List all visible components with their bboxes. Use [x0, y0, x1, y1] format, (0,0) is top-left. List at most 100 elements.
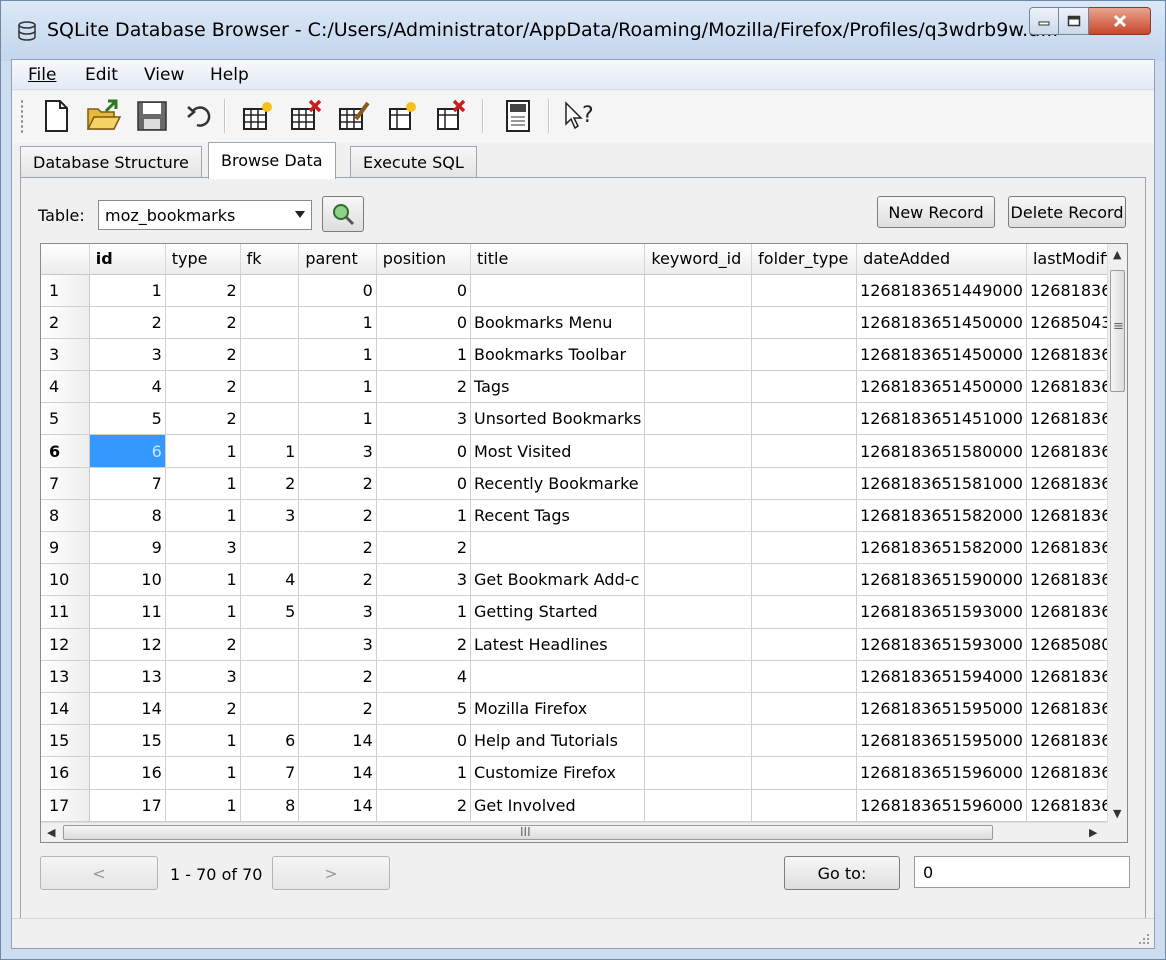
row-header[interactable]: 4 — [41, 370, 90, 404]
table-cell[interactable] — [644, 370, 753, 404]
table-cell[interactable] — [751, 402, 858, 436]
delete-index-button[interactable] — [432, 97, 468, 135]
previous-page-button[interactable]: < — [40, 856, 158, 890]
column-header[interactable]: type — [165, 244, 241, 275]
table-cell[interactable] — [751, 531, 858, 565]
row-header[interactable]: 3 — [41, 338, 90, 372]
table-cell[interactable]: Getting Started — [470, 595, 646, 629]
table-cell[interactable]: 1268183651596000 — [856, 789, 1027, 822]
open-database-button[interactable] — [86, 97, 122, 135]
table-cell[interactable]: 5 — [89, 402, 166, 436]
table-cell[interactable] — [751, 338, 858, 372]
tab-database-structure[interactable]: Database Structure — [20, 146, 202, 178]
table-cell[interactable]: 1268183651595000 — [856, 724, 1027, 758]
table-cell[interactable]: 1268183651595000 — [856, 692, 1027, 726]
table-row[interactable]: 4 4 2 1 2 Tags 1268183651450000 12681836! — [41, 370, 1127, 404]
table-cell[interactable]: 7 — [240, 756, 300, 790]
table-cell[interactable]: 1268183651593000 — [856, 595, 1027, 629]
table-cell[interactable]: 1 — [240, 434, 300, 468]
table-cell[interactable]: 2 — [165, 692, 241, 726]
tab-execute-sql[interactable]: Execute SQL — [350, 146, 477, 178]
table-cell[interactable] — [644, 724, 753, 758]
column-header[interactable]: position — [376, 244, 472, 275]
scroll-right-icon[interactable]: ▶ — [1089, 826, 1097, 839]
scroll-down-icon[interactable]: ▼ — [1113, 807, 1121, 820]
table-cell[interactable] — [644, 660, 753, 693]
table-cell[interactable] — [644, 467, 753, 500]
row-header[interactable]: 6 — [41, 434, 90, 468]
table-cell[interactable]: 1268183651593000 — [856, 628, 1027, 661]
table-cell[interactable] — [751, 306, 858, 339]
table-cell[interactable]: 16 — [89, 756, 166, 790]
table-cell[interactable]: 1268183651581000 — [856, 467, 1027, 500]
table-cell[interactable]: 2 — [298, 467, 377, 500]
table-cell[interactable]: 0 — [376, 274, 472, 307]
search-table-button[interactable] — [322, 196, 364, 232]
table-row[interactable]: 7 7 1 2 2 0 Recently Bookmarke 1268183651581000… — [41, 467, 1127, 500]
table-row[interactable]: 8 8 1 3 2 1 Recent Tags 1268183651582000 1268183… — [41, 499, 1127, 533]
column-header[interactable]: title — [470, 244, 646, 275]
table-cell[interactable] — [470, 274, 646, 307]
table-cell[interactable]: Customize Firefox — [470, 756, 646, 790]
table-cell[interactable] — [470, 531, 646, 565]
table-cell[interactable]: 6 — [240, 724, 300, 758]
table-cell[interactable]: 1 — [165, 434, 241, 468]
row-header[interactable]: 16 — [41, 756, 90, 790]
table-cell[interactable] — [240, 402, 300, 436]
table-cell[interactable]: 1 — [89, 274, 166, 307]
row-header[interactable]: 2 — [41, 306, 90, 339]
table-cell[interactable]: 8 — [89, 499, 166, 533]
table-cell[interactable]: 1268183651450000 — [856, 306, 1027, 339]
table-cell[interactable]: 4 — [376, 660, 472, 693]
table-cell[interactable] — [644, 789, 753, 822]
table-cell[interactable] — [751, 370, 858, 404]
table-cell[interactable]: 14 — [298, 789, 377, 822]
table-cell[interactable]: 1 — [165, 499, 241, 533]
table-cell[interactable]: 2 — [165, 402, 241, 436]
goto-input[interactable]: 0 — [914, 856, 1130, 888]
table-cell[interactable] — [751, 563, 858, 597]
table-cell[interactable] — [644, 628, 753, 661]
table-cell[interactable]: 1 — [376, 756, 472, 790]
table-cell[interactable]: 2 — [165, 338, 241, 372]
row-header[interactable]: 12 — [41, 628, 90, 661]
table-cell[interactable]: 1 — [165, 563, 241, 597]
table-cell[interactable]: Get Involved — [470, 789, 646, 822]
table-cell[interactable] — [751, 274, 858, 307]
corner-header[interactable] — [41, 244, 90, 275]
table-cell[interactable] — [751, 499, 858, 533]
scroll-left-icon[interactable]: ◀ — [47, 826, 55, 839]
column-header[interactable]: dateAdded — [856, 244, 1027, 275]
table-cell[interactable] — [751, 628, 858, 661]
column-header[interactable]: keyword_id — [644, 244, 753, 275]
table-cell[interactable]: 10 — [89, 563, 166, 597]
table-cell[interactable]: 14 — [89, 692, 166, 726]
table-row[interactable]: 12 12 2 3 2 Latest Headlines 1268183651593000 1… — [41, 628, 1127, 661]
row-header[interactable]: 13 — [41, 660, 90, 693]
table-cell[interactable]: 3 — [298, 628, 377, 661]
column-header[interactable]: id — [89, 244, 166, 275]
new-record-button[interactable]: New Record — [877, 196, 995, 228]
resize-grip-icon[interactable] — [1136, 931, 1150, 945]
table-cell[interactable]: 3 — [240, 499, 300, 533]
table-cell[interactable]: 11 — [89, 595, 166, 629]
row-header[interactable]: 15 — [41, 724, 90, 758]
delete-record-button[interactable]: Delete Record — [1008, 196, 1126, 228]
table-cell[interactable]: Recently Bookmarke — [470, 467, 646, 500]
table-cell[interactable]: 9 — [89, 531, 166, 565]
menu-edit[interactable]: Edit — [85, 65, 118, 85]
table-cell[interactable]: 1268183651594000 — [856, 660, 1027, 693]
table-select[interactable]: moz_bookmarks — [98, 200, 312, 230]
table-cell[interactable]: 0 — [298, 274, 377, 307]
menu-help[interactable]: Help — [210, 65, 249, 85]
table-cell[interactable]: 1268183651582000 — [856, 499, 1027, 533]
table-cell[interactable]: 1 — [298, 370, 377, 404]
new-database-button[interactable] — [38, 97, 74, 135]
table-cell[interactable]: Help and Tutorials — [470, 724, 646, 758]
table-cell[interactable]: 2 — [165, 306, 241, 339]
table-cell[interactable]: 1 — [376, 338, 472, 372]
table-cell[interactable]: 3 — [376, 402, 472, 436]
table-cell[interactable]: 6 — [89, 434, 166, 468]
toolbar-grip[interactable] — [20, 99, 24, 133]
table-cell[interactable]: 4 — [240, 563, 300, 597]
